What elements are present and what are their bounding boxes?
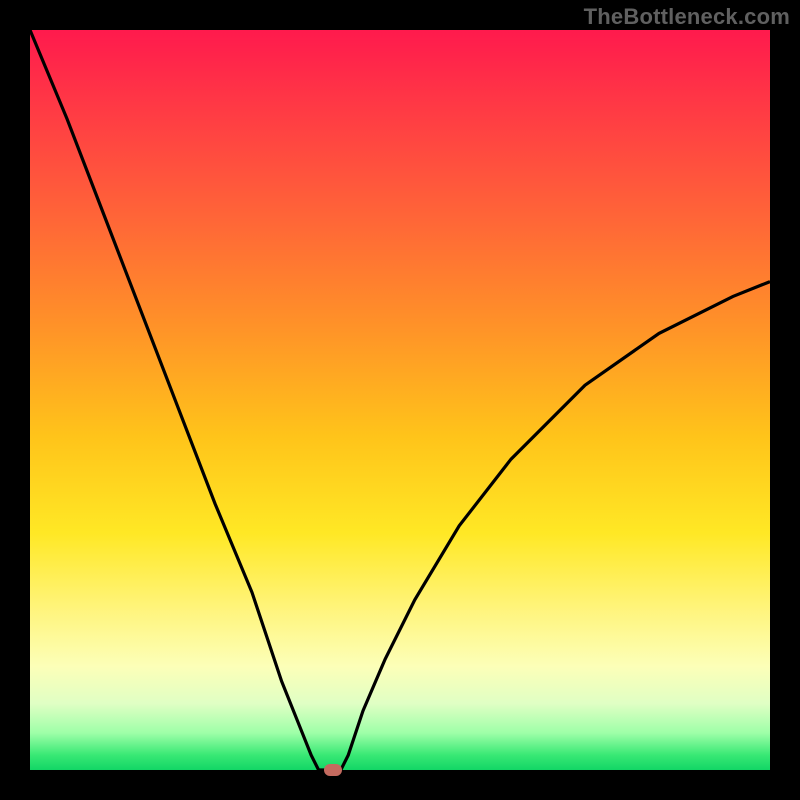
optimum-marker xyxy=(324,764,342,776)
curve-svg xyxy=(30,30,770,770)
chart-frame: TheBottleneck.com xyxy=(0,0,800,800)
plot-area xyxy=(30,30,770,770)
watermark-text: TheBottleneck.com xyxy=(584,4,790,30)
bottleneck-curve-path xyxy=(30,30,770,770)
